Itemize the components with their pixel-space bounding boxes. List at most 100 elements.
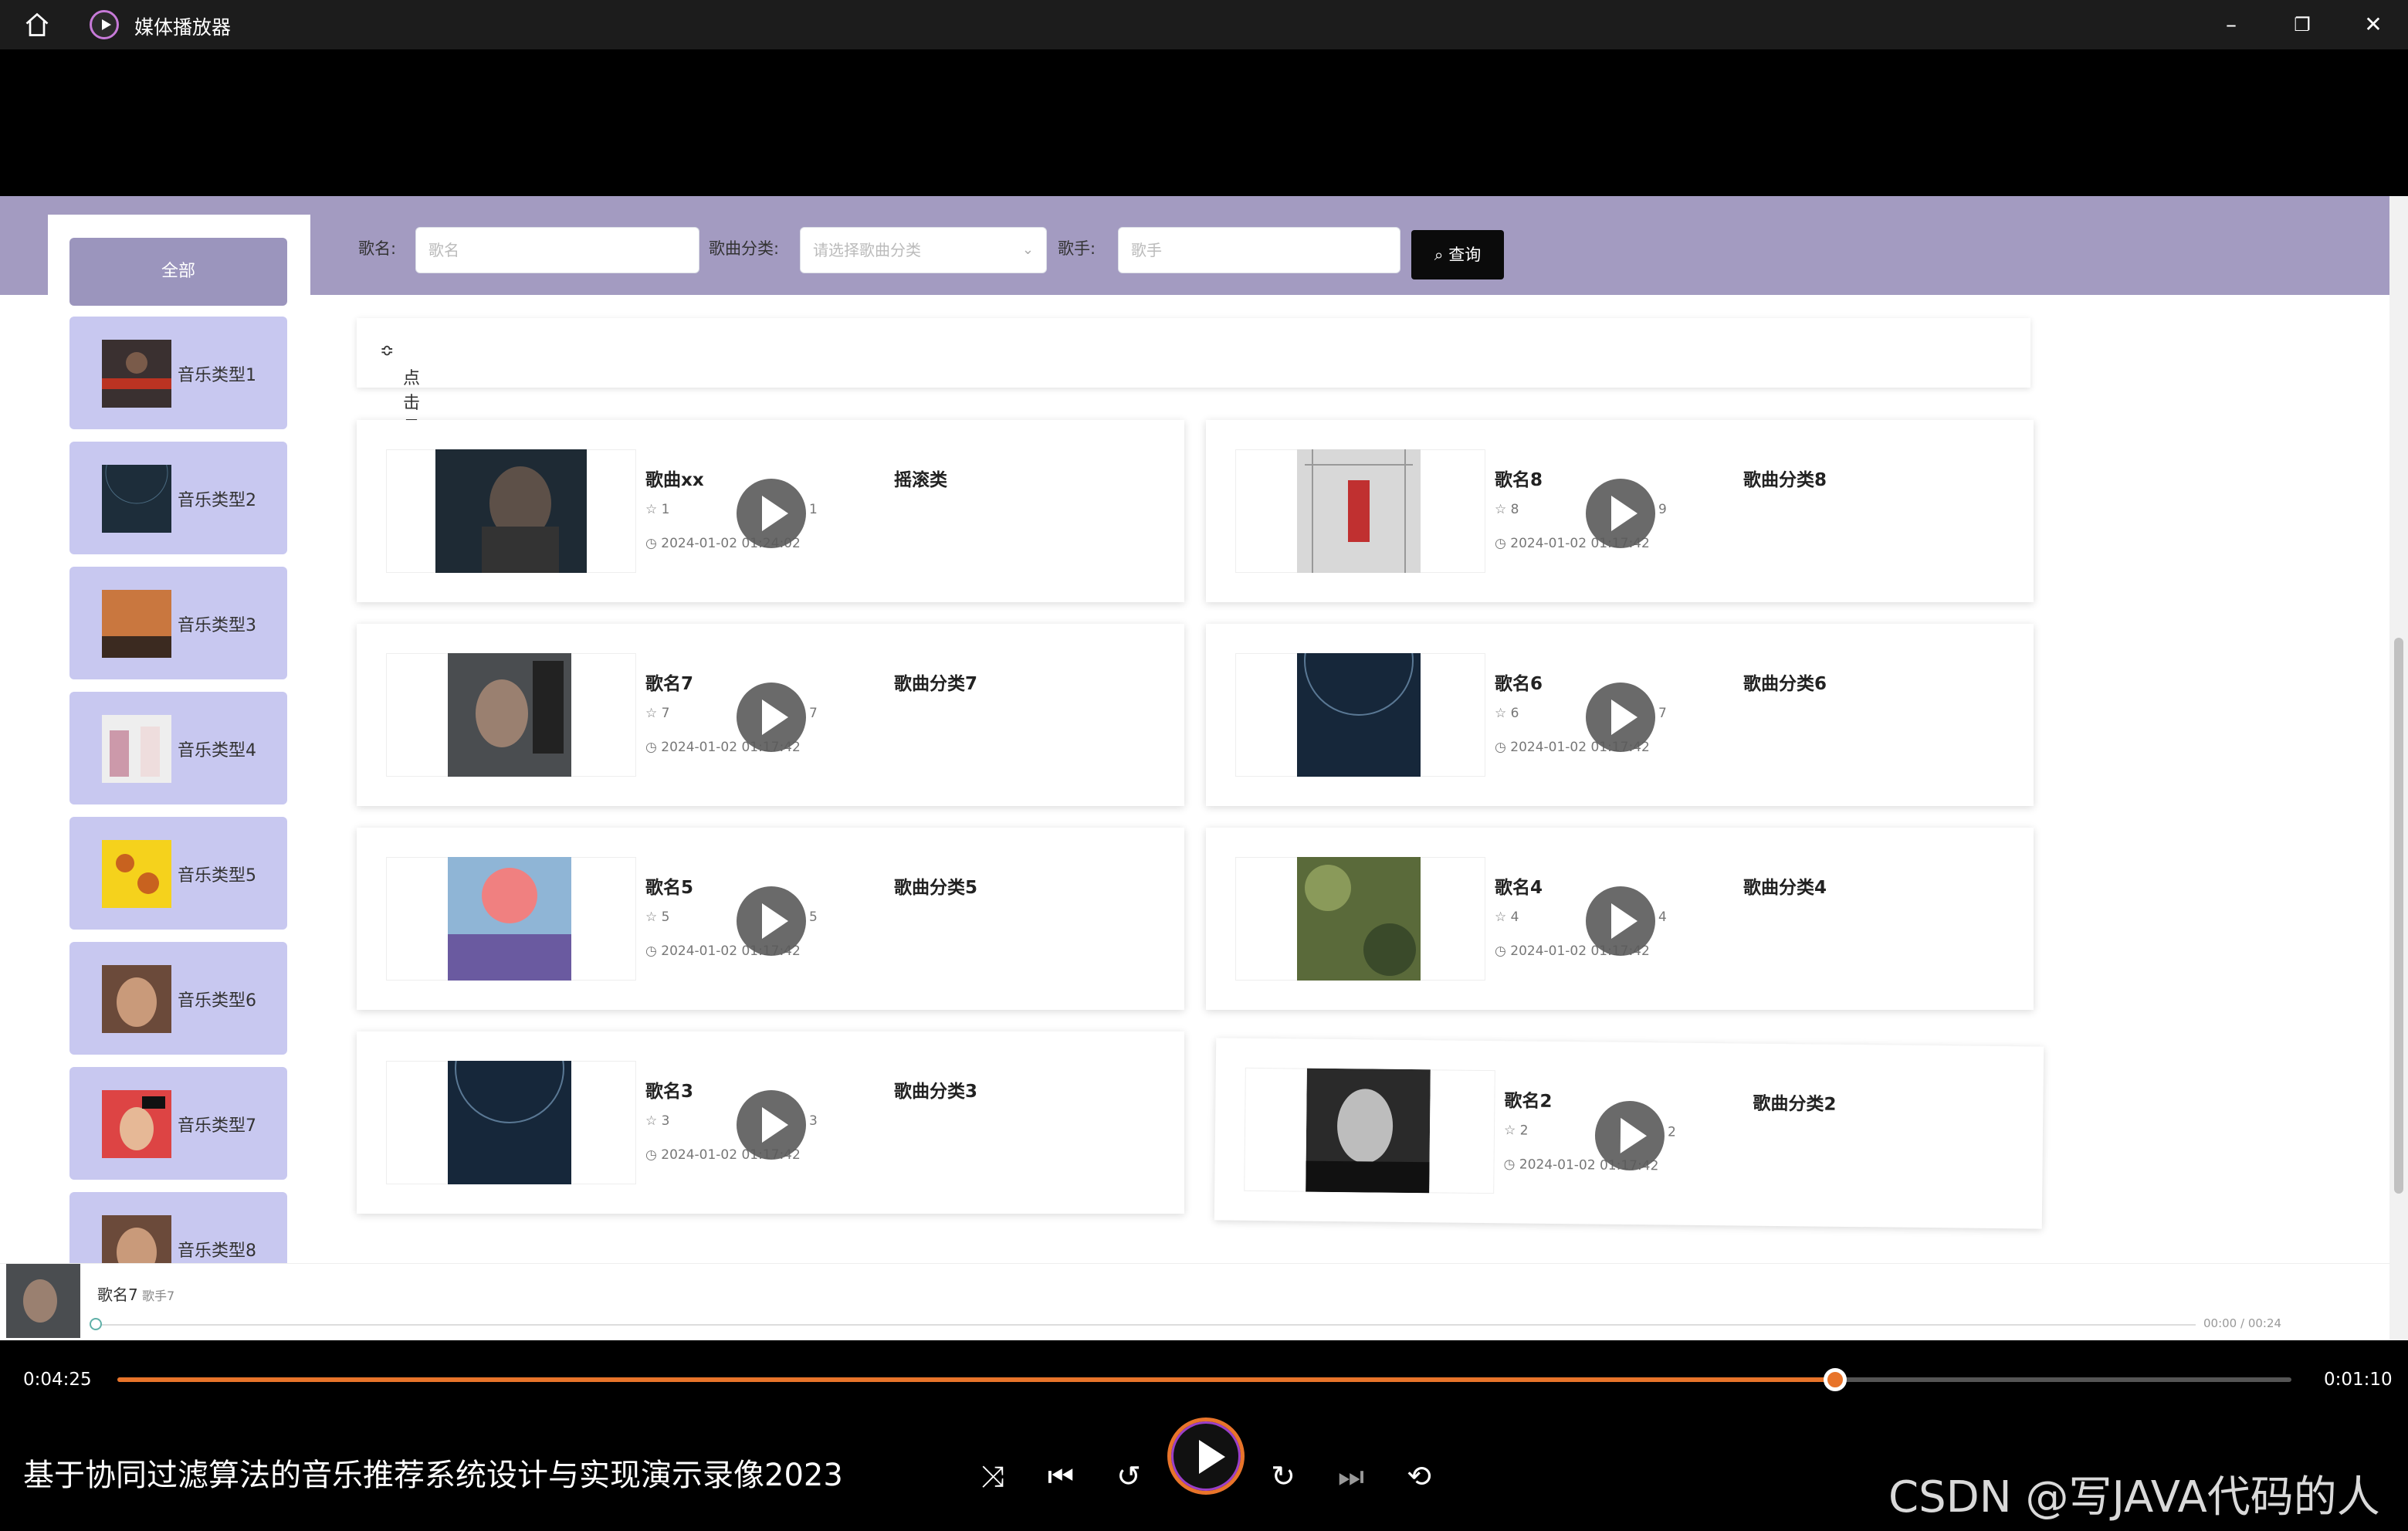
chevron-down-icon: ⌄ (1021, 242, 1034, 258)
sort-by-clicks[interactable]: ≎点击量 (380, 341, 420, 438)
star-count: ☆ 6 (1495, 706, 1519, 721)
sidebar-item-type5[interactable]: 音乐类型5 (69, 817, 287, 930)
album-cover (448, 653, 571, 777)
sidebar-item-type4[interactable]: 音乐类型4 (69, 692, 287, 804)
category-thumbnail (102, 840, 171, 908)
mini-player-cover (6, 1264, 80, 1338)
song-category: 歌曲分类3 (894, 1082, 978, 1102)
title-bar: 媒体播放器 – ❐ ✕ (0, 0, 2408, 49)
play-button-icon[interactable] (737, 479, 806, 548)
song-card[interactable]: 歌名4 歌曲分类4 ☆ 4 4 ◷ 2024-01-02 01:17:42 (1206, 828, 2034, 1010)
song-card[interactable]: 歌名8 歌曲分类8 ☆ 8 9 ◷ 2024-01-02 01:17:42 (1206, 420, 2034, 602)
sidebar-item-label: 音乐类型2 (178, 491, 256, 510)
category-thumbnail (102, 340, 171, 408)
category-select[interactable]: 请选择歌曲分类 ⌄ (800, 227, 1047, 273)
play-count: 4 (1658, 909, 1667, 925)
song-card[interactable]: 歌名5 歌曲分类5 ☆ 5 5 ◷ 2024-01-02 01:17:42 (357, 828, 1184, 1010)
next-icon[interactable]: ⏭ (1333, 1458, 1370, 1495)
song-card[interactable]: 歌名7 歌曲分类7 ☆ 7 7 ◷ 2024-01-02 01:17:42 (357, 624, 1184, 806)
watermark: CSDN @写JAVA代码的人 (1888, 1472, 2380, 1523)
play-count: 5 (809, 909, 818, 925)
sidebar-item-label: 音乐类型4 (178, 741, 256, 760)
shuffle-icon[interactable]: ⤨ (974, 1458, 1011, 1495)
mini-player: 歌名7 歌手7 00:00 / 00:24 (0, 1263, 2389, 1340)
star-count: ☆ 1 (645, 502, 670, 517)
category-label: 歌曲分类: (709, 239, 780, 258)
mini-progress-knob[interactable] (90, 1318, 102, 1330)
play-button-icon[interactable] (737, 683, 806, 752)
play-button-icon[interactable] (737, 886, 806, 956)
repeat-icon[interactable]: ⟲ (1400, 1458, 1438, 1495)
sort-bar: ≎点击量 (357, 318, 2030, 438)
home-icon[interactable] (23, 11, 51, 39)
song-category: 歌曲分类8 (1743, 470, 1827, 490)
song-name: 歌名8 (1495, 470, 1543, 490)
sidebar-item-type6[interactable]: 音乐类型6 (69, 942, 287, 1055)
media-player-window: 媒体播放器 – ❐ ✕ 歌名: 歌名 歌曲分类: 请选择歌曲分类 ⌄ 歌手: 歌… (0, 0, 2408, 1531)
singer-input[interactable]: 歌手 (1118, 227, 1400, 273)
play-button[interactable] (1167, 1418, 1245, 1495)
sidebar-item-type7[interactable]: 音乐类型7 (69, 1067, 287, 1180)
mini-progress-track[interactable] (96, 1324, 2196, 1326)
play-button-icon[interactable] (1586, 886, 1655, 956)
close-button[interactable]: ✕ (2358, 9, 2389, 40)
sidebar-item-type2[interactable]: 音乐类型2 (69, 442, 287, 554)
category-thumbnail (102, 590, 171, 658)
forward-30-icon[interactable]: ↻ (1265, 1458, 1302, 1495)
play-button-icon[interactable] (1586, 479, 1655, 548)
play-count: 3 (809, 1113, 818, 1129)
minimize-button[interactable]: – (2216, 9, 2247, 40)
category-thumbnail (102, 1090, 171, 1158)
sidebar-item-label: 音乐类型1 (178, 366, 256, 385)
progress-thumb[interactable] (1823, 1368, 1847, 1391)
play-button-icon[interactable] (737, 1090, 806, 1160)
star-count: ☆ 2 (1503, 1123, 1529, 1139)
play-count: 2 (1667, 1124, 1676, 1140)
singer-label: 歌手: (1058, 239, 1096, 258)
star-count: ☆ 8 (1495, 502, 1519, 517)
song-card[interactable]: 歌曲xx 摇滚类 ☆ 1 1 ◷ 2024-01-02 01:24:02 (357, 420, 1184, 602)
song-category: 歌曲分类2 (1753, 1093, 1837, 1115)
restore-button[interactable]: ❐ (2287, 9, 2318, 40)
scrollbar-thumb[interactable] (2394, 638, 2403, 1194)
album-cover (1306, 1068, 1431, 1194)
sidebar-item-label: 音乐类型5 (178, 866, 256, 886)
song-name: 歌名3 (645, 1082, 694, 1102)
play-button-icon[interactable] (1586, 683, 1655, 752)
album-cover (1297, 449, 1421, 573)
song-input[interactable]: 歌名 (415, 227, 699, 273)
rewind-10-icon[interactable]: ↺ (1110, 1458, 1147, 1495)
search-icon: ⌕ (1434, 246, 1444, 264)
song-card[interactable]: 歌名6 歌曲分类6 ☆ 6 7 ◷ 2024-01-02 01:17:42 (1206, 624, 2034, 806)
sidebar-item-label: 音乐类型8 (178, 1241, 256, 1261)
query-button[interactable]: ⌕ 查询 (1411, 230, 1504, 279)
star-count: ☆ 3 (645, 1113, 670, 1129)
album-cover (448, 857, 571, 981)
song-card[interactable]: 歌名2 歌曲分类2 ☆ 2 2 ◷ 2024-01-02 01:17:42 (1214, 1038, 2044, 1229)
category-thumbnail (102, 715, 171, 783)
mini-artist-name: 歌手7 (142, 1289, 175, 1303)
song-name: 歌名2 (1504, 1091, 1553, 1112)
category-sidebar: 全部 音乐类型1 音乐类型2 音乐类型3 音乐类型4 音乐类型5 音乐类型6 音… (48, 215, 310, 1340)
sidebar-item-type3[interactable]: 音乐类型3 (69, 567, 287, 679)
play-button-icon[interactable] (1594, 1100, 1665, 1171)
song-label: 歌名: (358, 239, 397, 258)
page-scrollbar[interactable] (2389, 196, 2408, 1340)
album-cover (448, 1061, 571, 1184)
song-category: 歌曲分类4 (1743, 878, 1827, 898)
progress-track[interactable] (117, 1368, 2291, 1391)
song-name: 歌名6 (1495, 674, 1543, 694)
category-thumbnail (102, 465, 171, 533)
progress-fill (117, 1377, 1835, 1382)
song-category: 歌曲分类7 (894, 674, 978, 694)
mini-time: 00:00 / 00:24 (2203, 1316, 2282, 1330)
star-count: ☆ 5 (645, 909, 670, 925)
play-count: 7 (809, 706, 818, 721)
song-card[interactable]: 歌名3 歌曲分类3 ☆ 3 3 ◷ 2024-01-02 01:17:42 (357, 1031, 1184, 1214)
sidebar-item-label: 音乐类型6 (178, 991, 256, 1011)
sidebar-item-type1[interactable]: 音乐类型1 (69, 317, 287, 429)
sidebar-item-all[interactable]: 全部 (69, 238, 287, 306)
previous-icon[interactable]: ⏮ (1042, 1458, 1079, 1495)
play-count: 9 (1658, 502, 1667, 517)
app-title: 媒体播放器 (134, 16, 232, 39)
